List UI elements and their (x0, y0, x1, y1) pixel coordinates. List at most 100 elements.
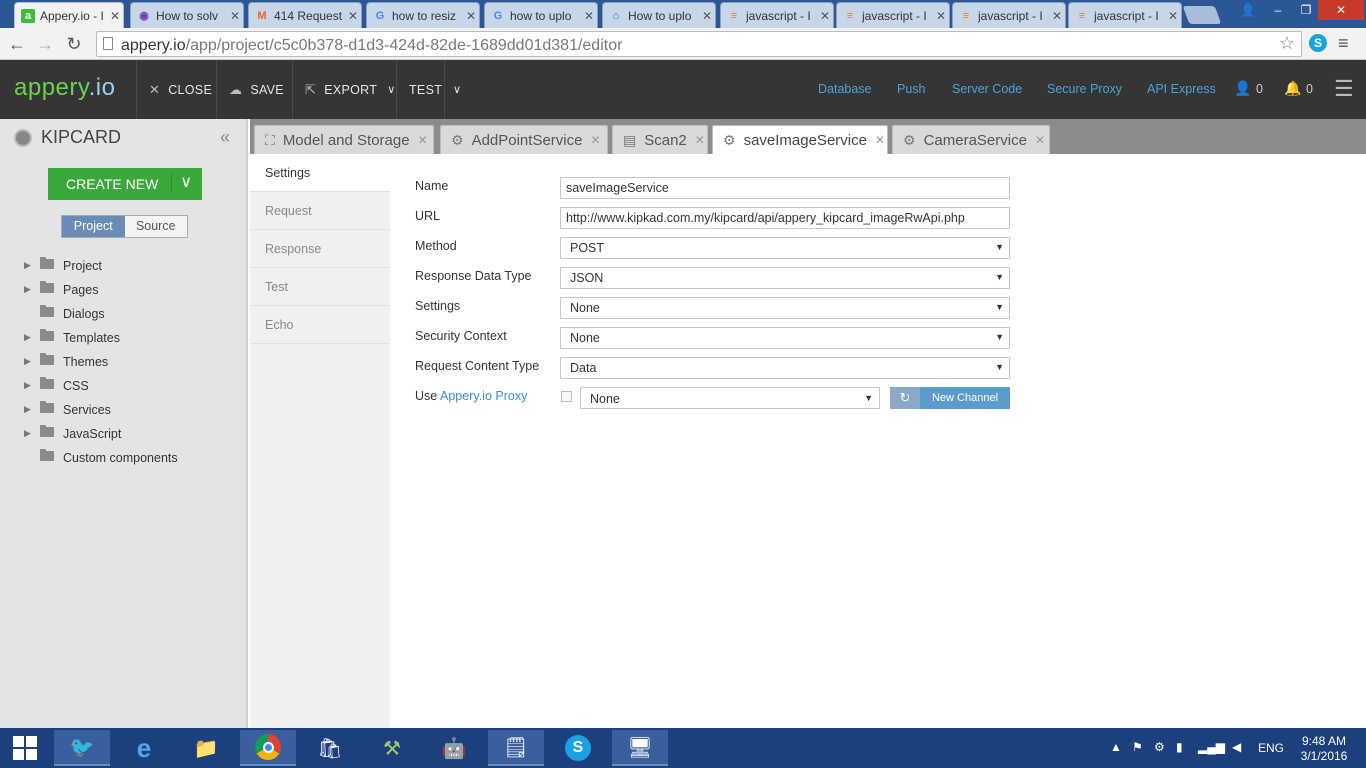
method-select[interactable]: POST ▼ (560, 237, 1010, 259)
database-link[interactable]: Database (818, 82, 872, 96)
tree-item-dialogs[interactable]: Dialogs (0, 302, 246, 326)
expand-arrow-icon[interactable]: ▶ (24, 356, 31, 367)
close-tab-icon[interactable]: ✕ (699, 9, 715, 23)
tab-cameraservice[interactable]: ⚙ CameraService ✕ (892, 125, 1050, 154)
close-tab-icon[interactable]: ✕ (581, 9, 597, 23)
close-button[interactable]: ✕ CLOSE (136, 60, 216, 119)
network-sync-icon[interactable]: ⚙ (1154, 740, 1165, 754)
back-arrow-icon[interactable]: ← (5, 32, 29, 56)
security-context-select[interactable]: None ▼ (560, 327, 1010, 349)
name-field[interactable]: saveImageService (560, 177, 1010, 199)
api-express-link[interactable]: API Express (1147, 82, 1216, 96)
expand-arrow-icon[interactable]: ▶ (24, 404, 31, 415)
test-dropdown-button[interactable]: ∨ (444, 60, 472, 119)
project-tab[interactable]: Project (62, 216, 125, 237)
menu-item-echo[interactable]: Echo (250, 306, 390, 344)
server-code-link[interactable]: Server Code (952, 82, 1022, 96)
create-new-button[interactable]: CREATE NEW ∨ (48, 168, 202, 200)
android-taskbar-icon[interactable]: 🤖 (426, 730, 482, 766)
bell-icon[interactable]: 🔔 (1284, 80, 1301, 97)
skype-extension-icon[interactable]: S (1309, 34, 1327, 52)
settings-select[interactable]: None ▼ (560, 297, 1010, 319)
use-proxy-checkbox[interactable] (561, 391, 572, 402)
close-tab-icon[interactable]: ✕ (875, 133, 885, 147)
browser-tab[interactable]: M 414 Request ✕ (248, 2, 362, 28)
tab-addpointservice[interactable]: ⚙ AddPointService ✕ (440, 125, 608, 154)
browser-tab[interactable]: ≡ javascript - I ✕ (720, 2, 834, 28)
menu-item-request[interactable]: Request (250, 192, 390, 230)
url-input[interactable]: appery.io/app/project/c5c0b378-d1d3-424d… (96, 31, 1302, 57)
forward-arrow-icon[interactable]: → (33, 32, 57, 56)
store-taskbar-icon[interactable]: 🛍 (302, 730, 358, 766)
tab-saveimageservice[interactable]: ⚙ saveImageService ✕ (712, 125, 888, 154)
expand-arrow-icon[interactable]: ▶ (24, 284, 31, 295)
browser-tab[interactable]: a Appery.io - I ✕ (14, 2, 124, 28)
clock[interactable]: 9:48 AM 3/1/2016 (1298, 734, 1350, 764)
tree-item-services[interactable]: ▶ Services (0, 398, 246, 422)
language-indicator[interactable]: ENG (1258, 741, 1284, 755)
bookmark-star-icon[interactable]: ☆ (1279, 33, 1295, 54)
close-tab-icon[interactable]: ✕ (1035, 133, 1045, 147)
reload-icon[interactable]: ↻ (62, 32, 86, 56)
file-explorer-taskbar-icon[interactable]: 📁 (178, 730, 234, 766)
source-tab[interactable]: Source (124, 216, 187, 237)
tree-item-pages[interactable]: ▶ Pages (0, 278, 246, 302)
expand-arrow-icon[interactable]: ▶ (24, 428, 31, 439)
menu-item-response[interactable]: Response (250, 230, 390, 268)
tree-item-custom-components[interactable]: Custom components (0, 446, 246, 470)
expand-arrow-icon[interactable]: ▶ (24, 332, 31, 343)
tray-expand-icon[interactable]: ▲ (1110, 740, 1122, 754)
browser-tab[interactable]: ≡ javascript - I ✕ (1068, 2, 1182, 28)
browser-tab[interactable]: ◉ How to solv ✕ (130, 2, 244, 28)
user-profile-icon[interactable]: 👤 (1234, 0, 1262, 20)
export-button[interactable]: ⇱ EXPORT ∨ (292, 60, 396, 119)
browser-tab[interactable]: G how to resiz ✕ (366, 2, 480, 28)
proxy-select[interactable]: None ▼ (580, 387, 880, 409)
flag-icon[interactable]: ⚑ (1132, 740, 1143, 754)
expand-arrow-icon[interactable]: ▶ (24, 260, 31, 271)
url-field[interactable]: http://www.kipkad.com.my/kipcard/api/app… (560, 207, 1010, 229)
collapse-sidebar-icon[interactable]: « (220, 127, 230, 148)
tree-item-templates[interactable]: ▶ Templates (0, 326, 246, 350)
push-link[interactable]: Push (897, 82, 926, 96)
browser-tab[interactable]: G how to uplo ✕ (484, 2, 598, 28)
close-tab-icon[interactable]: ✕ (345, 9, 361, 23)
response-data-type-select[interactable]: JSON ▼ (560, 267, 1010, 289)
new-tab-button[interactable] (1182, 6, 1222, 24)
expand-arrow-icon[interactable]: ▶ (24, 380, 31, 391)
chrome-menu-icon[interactable]: ≡ (1338, 33, 1349, 54)
tree-item-css[interactable]: ▶ CSS (0, 374, 246, 398)
skype-taskbar-icon[interactable]: S (550, 730, 606, 766)
browser-tab[interactable]: ≡ javascript - I ✕ (952, 2, 1066, 28)
menu-item-test[interactable]: Test (250, 268, 390, 306)
chevron-down-icon[interactable]: ∨ (171, 172, 192, 192)
close-window-button[interactable]: ✕ (1318, 0, 1364, 20)
device-icon[interactable]: ▮ (1176, 740, 1183, 754)
refresh-proxy-button[interactable]: ↻ (890, 387, 920, 409)
signal-icon[interactable]: ▂▄▆ (1198, 740, 1225, 754)
internet-explorer-taskbar-icon[interactable]: e (116, 730, 172, 766)
close-tab-icon[interactable]: ✕ (695, 133, 705, 147)
chrome-taskbar-icon[interactable] (240, 730, 296, 766)
close-tab-icon[interactable]: ✕ (1165, 9, 1181, 23)
restore-button[interactable]: ❐ (1292, 0, 1320, 20)
start-button[interactable] (0, 730, 50, 766)
minimize-button[interactable]: – (1264, 0, 1292, 20)
request-content-type-select[interactable]: Data ▼ (560, 357, 1010, 379)
close-tab-icon[interactable]: ✕ (227, 9, 243, 23)
tree-item-javascript[interactable]: ▶ JavaScript (0, 422, 246, 446)
tab-scan2[interactable]: ▤ Scan2 ✕ (612, 125, 708, 154)
close-tab-icon[interactable]: ✕ (107, 9, 123, 23)
android-studio-taskbar-icon[interactable]: ⚒ (364, 730, 420, 766)
tab-model-and-storage[interactable]: ⛶ Model and Storage ✕ (254, 125, 434, 154)
sticky-notes-taskbar-icon[interactable]: 🗒 (488, 730, 544, 766)
browser-tab[interactable]: ≡ javascript - I ✕ (836, 2, 950, 28)
close-tab-icon[interactable]: ✕ (590, 133, 600, 147)
app-taskbar-icon[interactable]: 🖥 (612, 730, 668, 766)
new-channel-button[interactable]: New Channel (920, 387, 1010, 409)
browser-tab[interactable]: ⌂ How to uplo ✕ (602, 2, 716, 28)
menu-item-settings[interactable]: Settings (250, 154, 390, 192)
volume-icon[interactable]: ◀ (1232, 740, 1241, 754)
tree-item-project[interactable]: ▶ Project (0, 254, 246, 278)
tree-item-themes[interactable]: ▶ Themes (0, 350, 246, 374)
